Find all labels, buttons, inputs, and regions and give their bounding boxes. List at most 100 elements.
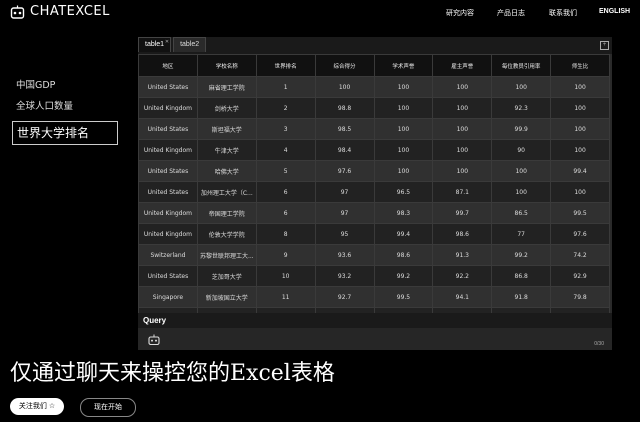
table-cell[interactable]: 98.3 <box>373 202 434 224</box>
table-cell[interactable]: 1 <box>255 76 316 98</box>
table-row[interactable]: United States 斯坦福大学 3 98.5 100 100 99.9 100 <box>138 118 610 140</box>
sidebar-item-china-gdp[interactable]: 中国GDP <box>12 75 118 96</box>
table-cell[interactable]: 8 <box>255 223 316 245</box>
table-cell[interactable]: 86.8 <box>491 265 552 287</box>
table-cell[interactable]: 9 <box>255 244 316 266</box>
table-row[interactable]: United States 芝加哥大学 10 93.2 99.2 92.2 86.8 92.9 <box>138 265 610 287</box>
table-cell[interactable]: 74.2 <box>550 244 610 266</box>
table-cell[interactable]: 94.1 <box>432 286 493 308</box>
table-cell[interactable]: 伦敦大学学院 <box>196 223 257 245</box>
table-row[interactable]: United Kingdom 帝国理工学院 6 97 98.3 99.7 86.5 99.5 <box>138 202 610 224</box>
table-cell[interactable]: 2 <box>255 97 316 119</box>
table-cell[interactable]: United Kingdom <box>138 202 198 224</box>
table-cell[interactable]: 86.5 <box>491 202 552 224</box>
sidebar-item-world-population[interactable]: 全球人口数量 <box>12 96 118 117</box>
table-cell[interactable]: 99.4 <box>373 223 434 245</box>
table-cell[interactable]: 99.5 <box>550 202 610 224</box>
column-header[interactable]: 学术声誉 <box>373 54 434 77</box>
column-header[interactable]: 地区 <box>138 54 198 77</box>
table-row[interactable]: United States 加州理工大学（C... 6 97 96.5 87.1 100 10… <box>138 181 610 203</box>
tab-table1[interactable]: table1 ✕ <box>138 35 172 52</box>
column-header[interactable]: 综合得分 <box>314 54 375 77</box>
table-row[interactable]: Switzerland 苏黎世联邦理工大... 9 93.6 98.6 91.3 99.2 7… <box>138 244 610 266</box>
table-cell[interactable]: 97 <box>314 181 375 203</box>
table-cell[interactable]: 87.1 <box>432 181 493 203</box>
sidebar-item-university-ranking[interactable]: 世界大学排名 <box>12 121 118 145</box>
table-cell[interactable]: 麻省理工学院 <box>196 76 257 98</box>
tab-table2[interactable]: table2 <box>173 37 207 52</box>
table-cell[interactable]: 95 <box>314 223 375 245</box>
logo[interactable]: ChatExcel <box>10 4 110 19</box>
column-header[interactable]: 雇主声誉 <box>432 54 493 77</box>
nav-changelog[interactable]: 产品日志 <box>497 8 525 18</box>
table-cell[interactable]: 100 <box>550 118 610 140</box>
column-header[interactable]: 世界排名 <box>255 54 316 77</box>
table-cell[interactable]: United States <box>138 160 198 182</box>
table-cell[interactable]: 97 <box>314 202 375 224</box>
table-cell[interactable]: 剑桥大学 <box>196 97 257 119</box>
table-cell[interactable]: 哈佛大学 <box>196 160 257 182</box>
table-cell[interactable]: 98.4 <box>314 139 375 161</box>
table-cell[interactable]: 99.2 <box>373 265 434 287</box>
table-cell[interactable]: 99.9 <box>491 118 552 140</box>
query-input[interactable]: 0/30 <box>138 328 612 350</box>
table-cell[interactable]: 6 <box>255 181 316 203</box>
table-cell[interactable]: 77 <box>491 223 552 245</box>
table-cell[interactable]: 99.4 <box>550 160 610 182</box>
add-tab-icon[interactable]: + <box>600 41 609 50</box>
table-cell[interactable]: United States <box>138 118 198 140</box>
table-cell[interactable]: 斯坦福大学 <box>196 118 257 140</box>
table-cell[interactable]: United Kingdom <box>138 223 198 245</box>
table-cell[interactable]: United Kingdom <box>138 139 198 161</box>
table-cell[interactable]: 100 <box>373 160 434 182</box>
table-cell[interactable]: 92.7 <box>314 286 375 308</box>
data-table-scroll[interactable]: 地区 学校名称 世界排名 综合得分 学术声誉 雇主声誉 每位教员引用率 师生比 United … <box>138 54 612 334</box>
table-cell[interactable]: 100 <box>432 139 493 161</box>
table-cell[interactable]: 99.5 <box>373 286 434 308</box>
table-row[interactable]: Singapore 新加坡国立大学 11 92.7 99.5 94.1 91.8 79.8 <box>138 286 610 308</box>
table-row[interactable]: United States 哈佛大学 5 97.6 100 100 100 99.4 <box>138 160 610 182</box>
close-icon[interactable]: ✕ <box>165 35 169 49</box>
table-cell[interactable]: 92.9 <box>550 265 610 287</box>
table-cell[interactable]: 苏黎世联邦理工大... <box>196 244 257 266</box>
table-cell[interactable]: 100 <box>373 76 434 98</box>
table-cell[interactable]: 99.2 <box>491 244 552 266</box>
table-cell[interactable]: 79.8 <box>550 286 610 308</box>
table-cell[interactable]: 90 <box>491 139 552 161</box>
table-cell[interactable]: 99.7 <box>432 202 493 224</box>
table-cell[interactable]: 100 <box>314 76 375 98</box>
column-header[interactable]: 每位教员引用率 <box>491 54 552 77</box>
table-cell[interactable]: United Kingdom <box>138 97 198 119</box>
table-row[interactable]: United Kingdom 牛津大学 4 98.4 100 100 90 100 <box>138 139 610 161</box>
table-cell[interactable]: United States <box>138 76 198 98</box>
table-cell[interactable]: 100 <box>550 139 610 161</box>
table-cell[interactable]: 93.6 <box>314 244 375 266</box>
follow-us-button[interactable]: 关注我们 ☆ <box>10 398 64 415</box>
table-cell[interactable]: 芝加哥大学 <box>196 265 257 287</box>
table-cell[interactable]: Switzerland <box>138 244 198 266</box>
table-cell[interactable]: 91.8 <box>491 286 552 308</box>
table-cell[interactable]: 5 <box>255 160 316 182</box>
table-cell[interactable]: 100 <box>432 76 493 98</box>
table-cell[interactable]: 97.6 <box>550 223 610 245</box>
table-cell[interactable]: 100 <box>491 76 552 98</box>
table-cell[interactable]: 100 <box>550 76 610 98</box>
table-cell[interactable]: 4 <box>255 139 316 161</box>
table-cell[interactable]: 新加坡国立大学 <box>196 286 257 308</box>
table-cell[interactable]: 加州理工大学（C... <box>196 181 257 203</box>
column-header[interactable]: 学校名称 <box>196 54 257 77</box>
table-cell[interactable]: 100 <box>491 160 552 182</box>
table-cell[interactable]: 100 <box>491 181 552 203</box>
table-cell[interactable]: 100 <box>373 97 434 119</box>
table-cell[interactable]: 3 <box>255 118 316 140</box>
table-cell[interactable]: 100 <box>550 97 610 119</box>
table-row[interactable]: United Kingdom 剑桥大学 2 98.8 100 100 92.3 100 <box>138 97 610 119</box>
table-cell[interactable]: Singapore <box>138 286 198 308</box>
table-cell[interactable]: United States <box>138 181 198 203</box>
table-cell[interactable]: 98.5 <box>314 118 375 140</box>
table-cell[interactable]: 93.2 <box>314 265 375 287</box>
table-cell[interactable]: 92.2 <box>432 265 493 287</box>
start-now-button[interactable]: 现在开始 <box>80 398 136 417</box>
table-cell[interactable]: 96.5 <box>373 181 434 203</box>
table-cell[interactable]: 10 <box>255 265 316 287</box>
